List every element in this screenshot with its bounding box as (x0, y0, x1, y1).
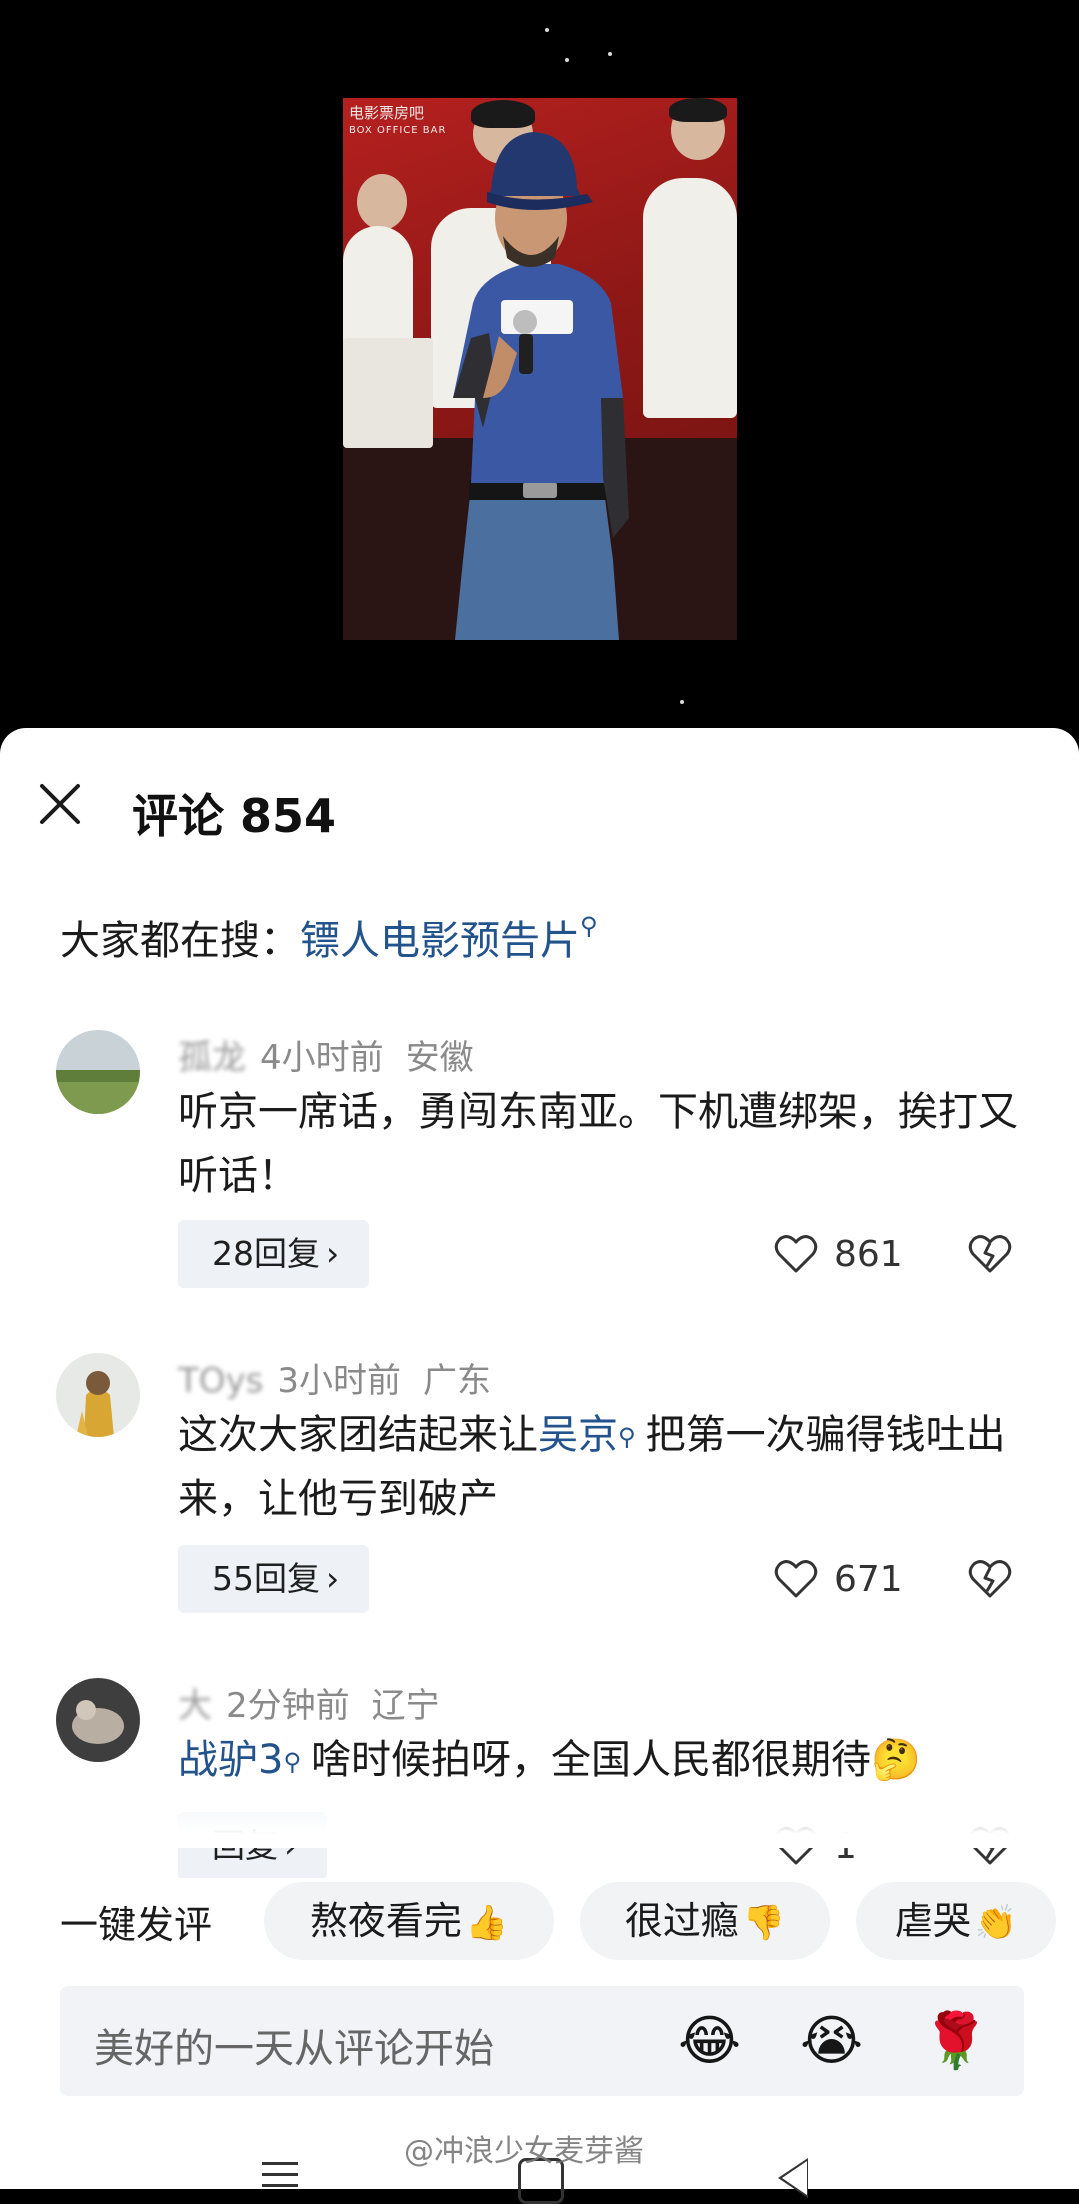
reply-button[interactable]: 55回复 › (178, 1545, 370, 1613)
comment-tag-link[interactable]: 战驴3 (178, 1737, 283, 1783)
crying-emoji-icon[interactable]: 😭 (800, 2008, 863, 2074)
avatar[interactable] (56, 1030, 140, 1114)
laughing-emoji-icon[interactable]: 😂 (678, 2008, 741, 2074)
comment-location: 广东 (423, 1361, 492, 1401)
like-button[interactable]: 861 (774, 1220, 903, 1288)
hot-search: 大家都在搜：镖人电影预告片⚲ (60, 908, 598, 966)
comment-input-placeholder: 美好的一天从评论开始 (94, 2026, 494, 2072)
dislike-button[interactable] (968, 1220, 1016, 1288)
comment-text-after: 啥时候拍呀，全国人民都很期待 (311, 1737, 872, 1783)
comment-tag-link[interactable]: 吴京 (538, 1412, 618, 1458)
avatar[interactable] (56, 1678, 140, 1762)
quick-reply-bar: 一键发评 熬夜看完 👍 很过瘾 👎 虐哭 👏 (0, 1878, 1079, 1964)
video-area[interactable]: 电影票房吧 BOX OFFICE BAR (0, 0, 1079, 728)
dislike-button[interactable] (968, 1545, 1016, 1613)
comment-time: 3小时前 (277, 1361, 402, 1401)
search-icon: ⚲ (618, 1423, 636, 1451)
rose-emoji-icon[interactable]: 🌹 (922, 2008, 989, 2074)
snow-particle (680, 700, 684, 704)
close-icon (40, 784, 80, 824)
source-watermark: @冲浪少女麦芽酱 (404, 2134, 644, 2169)
comment-username[interactable]: 孤龙 (178, 1030, 246, 1079)
chevron-right-icon: › (326, 1234, 340, 1273)
heart-icon (774, 1235, 818, 1273)
quick-reply-chip[interactable]: 虐哭 👏 (856, 1882, 1056, 1960)
comment-time: 2分钟前 (226, 1686, 350, 1726)
comment-text: 听京一席话，勇闯东南亚。下机遭绑架，挨打又听话！ (178, 1089, 1018, 1199)
broken-heart-icon (968, 1560, 1012, 1598)
close-button[interactable] (36, 780, 86, 830)
search-icon: ⚲ (283, 1748, 302, 1776)
search-icon: ⚲ (580, 912, 598, 940)
broken-heart-icon (968, 1235, 1012, 1273)
comment-username[interactable]: 大 (178, 1678, 212, 1727)
comment-meta: TOys 3小时前 广东 (178, 1353, 491, 1402)
speaker-figure (453, 132, 629, 640)
snow-particle (545, 28, 549, 32)
reply-button[interactable]: 28回复 › (178, 1220, 370, 1288)
sheet-header: 评论 854 (0, 728, 1079, 868)
quick-reply-chip[interactable]: 熬夜看完 👍 (264, 1882, 554, 1960)
heart-icon (774, 1560, 818, 1598)
hot-search-link[interactable]: 镖人电影预告片 (300, 918, 580, 964)
comment-username[interactable]: TOys (178, 1361, 263, 1401)
chevron-right-icon: › (326, 1559, 340, 1598)
comment-text-before: 这次大家团结起来让 (178, 1412, 538, 1458)
comment-time: 4小时前 (260, 1038, 384, 1078)
list-fade (0, 1778, 1079, 1848)
hot-search-prefix: 大家都在搜： (60, 918, 300, 964)
comment-location: 辽宁 (371, 1686, 440, 1726)
comment-text: 这次大家团结起来让吴京⚲ 把第一次骗得钱吐出来，让他亏到破产 (178, 1403, 1028, 1531)
avatar[interactable] (56, 1353, 140, 1437)
thinking-emoji-icon: 🤔 (871, 1737, 921, 1783)
comment-meta: 大 2分钟前 辽宁 (178, 1678, 440, 1727)
thumbs-up-icon: 👍 (465, 1903, 509, 1943)
like-count: 671 (834, 1558, 903, 1600)
clapping-hands-icon: 👏 (974, 1903, 1018, 1943)
video-frame[interactable]: 电影票房吧 BOX OFFICE BAR (343, 98, 737, 640)
comment-meta: 孤龙 4小时前 安徽 (178, 1030, 474, 1079)
like-count: 861 (834, 1233, 903, 1275)
page-title: 评论 854 (132, 789, 337, 843)
thumbs-down-icon: 👎 (742, 1903, 786, 1943)
comment-input[interactable]: 美好的一天从评论开始 😂 😭 🌹 (60, 1986, 1024, 2096)
reply-label: 28回复 (212, 1234, 320, 1273)
quick-reply-label: 一键发评 (60, 1903, 213, 1947)
comment-sheet: 评论 854 大家都在搜：镖人电影预告片⚲ 孤龙 4小时前 安徽 听京一席话，勇闯东… (0, 728, 1079, 2204)
back-icon[interactable] (778, 2158, 808, 2198)
snow-particle (608, 52, 612, 56)
comment-location: 安徽 (405, 1038, 474, 1078)
reply-label: 55回复 (212, 1559, 320, 1598)
menu-icon[interactable] (262, 2162, 298, 2188)
like-button[interactable]: 671 (774, 1545, 903, 1613)
quick-reply-chip[interactable]: 很过瘾 👎 (580, 1882, 830, 1960)
snow-particle (565, 58, 569, 62)
